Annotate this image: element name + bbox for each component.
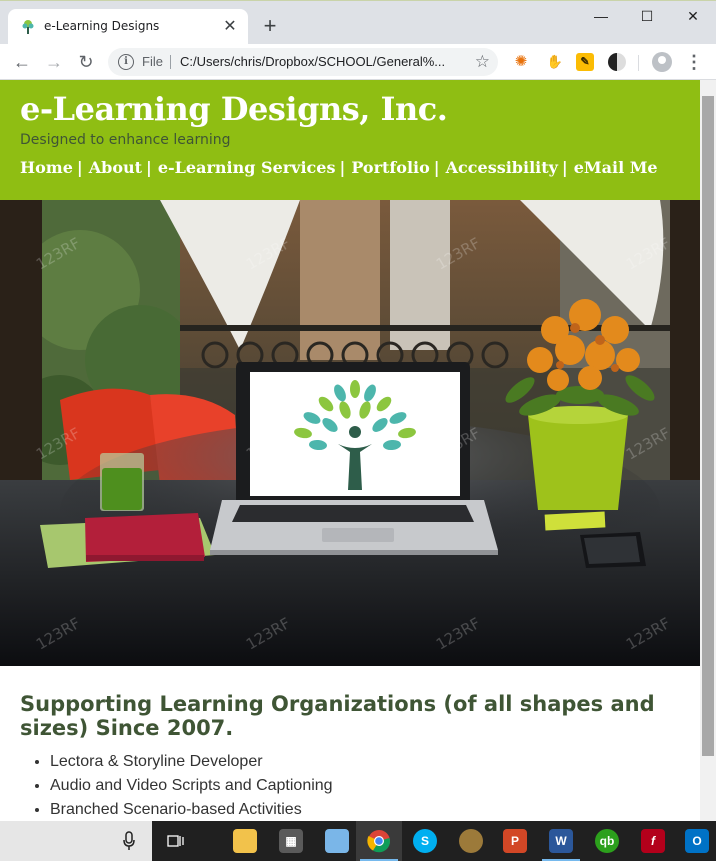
extension-hand-icon[interactable]: ✋ xyxy=(546,53,564,71)
site-nav: Home | About | e-Learning Services | Por… xyxy=(20,158,658,177)
address-bar[interactable]: i File C:/Users/chris/Dropbox/SCHOOL/Gen… xyxy=(108,48,498,76)
browser-toolbar: ← → ↻ i File C:/Users/chris/Dropbox/SCHO… xyxy=(0,44,716,80)
notepad-icon[interactable] xyxy=(314,821,360,861)
forward-button[interactable]: → xyxy=(42,50,66,74)
tab-title: e-Learning Designs xyxy=(44,19,160,33)
toolbar-divider xyxy=(638,55,639,71)
url-text[interactable]: C:/Users/chris/Dropbox/SCHOOL/General%..… xyxy=(180,54,445,69)
new-tab-button[interactable]: + xyxy=(258,15,282,39)
site-tagline: Designed to enhance learning xyxy=(20,132,231,148)
extension-contrast-icon[interactable] xyxy=(608,53,626,71)
nav-separator: | xyxy=(433,158,440,177)
url-scheme-label: File xyxy=(142,54,163,69)
info-icon[interactable]: i xyxy=(118,54,134,70)
reload-button[interactable]: ↻ xyxy=(74,50,98,74)
close-tab-icon[interactable]: ✕ xyxy=(220,17,240,37)
nav-about-link[interactable]: About xyxy=(89,158,142,177)
profile-avatar-icon[interactable] xyxy=(652,52,672,72)
address-separator xyxy=(170,55,171,69)
browser-tabstrip: e-Learning Designs ✕ + — ☐ ✕ xyxy=(0,0,716,45)
taskbar-search-box[interactable] xyxy=(0,821,152,861)
extension-highlighter-icon[interactable]: ✎ xyxy=(576,53,594,71)
nav-accessibility-link[interactable]: Accessibility xyxy=(446,158,558,177)
browser-menu-icon[interactable]: ⋮ xyxy=(684,50,704,74)
chrome-icon[interactable] xyxy=(356,821,402,861)
browser-tab[interactable]: e-Learning Designs ✕ xyxy=(8,9,248,45)
nav-separator: | xyxy=(339,158,346,177)
hero-image: 123RF 123RF 123RF 123RF 123RF 123RF 123R… xyxy=(0,200,700,666)
minimize-window-button[interactable]: — xyxy=(578,1,624,31)
site-header: e-Learning Designs, Inc. Designed to enh… xyxy=(0,80,700,200)
flash-player-icon[interactable]: f xyxy=(630,821,676,861)
main-content: Supporting Learning Organizations (of al… xyxy=(20,692,690,821)
nav-separator: | xyxy=(561,158,568,177)
powerpoint-icon[interactable]: P xyxy=(492,821,538,861)
nav-services-link[interactable]: e-Learning Services xyxy=(158,158,336,177)
skype-icon[interactable]: S xyxy=(402,821,448,861)
back-button[interactable]: ← xyxy=(10,50,34,74)
maximize-window-button[interactable]: ☐ xyxy=(624,1,670,31)
tree-favicon-icon xyxy=(22,20,34,34)
file-explorer-icon[interactable] xyxy=(222,821,268,861)
list-item: Lectora & Storyline Developer xyxy=(50,750,690,774)
calculator-icon[interactable]: ▦ xyxy=(268,821,314,861)
page-viewport: e-Learning Designs, Inc. Designed to enh… xyxy=(0,80,716,821)
windows-taskbar: ▦ S P W qb f O xyxy=(0,821,716,861)
nav-home-link[interactable]: Home xyxy=(20,158,73,177)
list-item: Branched Scenario-based Activities xyxy=(50,798,690,821)
microphone-icon[interactable] xyxy=(122,831,136,851)
nav-portfolio-link[interactable]: Portfolio xyxy=(351,158,429,177)
nav-email-link[interactable]: eMail Me xyxy=(574,158,658,177)
main-heading: Supporting Learning Organizations (of al… xyxy=(20,692,655,740)
list-item: Audio and Video Scripts and Captioning xyxy=(50,774,690,798)
scrollbar-thumb[interactable] xyxy=(702,96,714,756)
site-title: e-Learning Designs, Inc. xyxy=(20,90,448,128)
extension-puzzle-icon[interactable]: ✺ xyxy=(512,53,530,71)
bookmark-star-icon[interactable]: ☆ xyxy=(475,52,490,72)
quickbooks-icon[interactable]: qb xyxy=(584,821,630,861)
close-window-button[interactable]: ✕ xyxy=(670,1,716,31)
vertical-scrollbar[interactable] xyxy=(700,80,716,821)
outlook-icon[interactable]: O xyxy=(674,821,716,861)
word-icon[interactable]: W xyxy=(538,821,584,861)
task-view-icon[interactable] xyxy=(166,831,186,851)
game-app-icon[interactable] xyxy=(448,821,494,861)
nav-separator: | xyxy=(146,158,152,177)
nav-separator: | xyxy=(76,158,83,177)
services-list: Lectora & Storyline Developer Audio and … xyxy=(20,750,690,821)
